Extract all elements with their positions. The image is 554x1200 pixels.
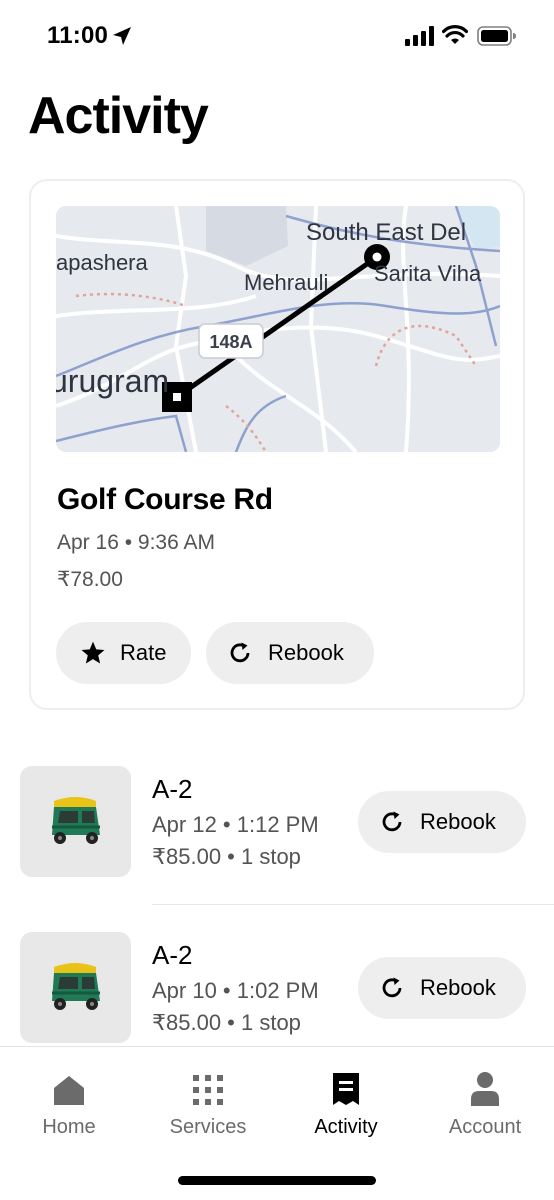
map-label: urugram [56, 363, 169, 399]
rebook-button[interactable]: Rebook [206, 622, 374, 684]
map-label: Mehrauli [244, 270, 328, 295]
rebook-button-label: Rebook [420, 809, 496, 834]
receipt-icon [333, 1073, 359, 1105]
map-label: South East Del [306, 219, 466, 246]
map-route-shield: 148A [209, 332, 252, 352]
star-icon [81, 641, 105, 664]
nav-label: Activity [314, 1116, 378, 1138]
auto-rickshaw-icon [51, 962, 100, 1010]
list-item[interactable]: A-2 Apr 10 • 1:02 PM ₹85.00 • 1 stop Reb… [0, 932, 554, 1052]
nav-item-activity[interactable]: Activity [286, 1067, 406, 1139]
list-divider [152, 904, 554, 905]
grid-icon [193, 1075, 223, 1105]
nav-item-account[interactable]: Account [425, 1067, 545, 1139]
wifi-icon [442, 25, 468, 44]
trip-datetime: Apr 10 • 1:02 PM [152, 978, 319, 1003]
trip-route-map[interactable]: South East Del apashera Mehrauli Sarita … [56, 206, 500, 452]
trip-price: ₹78.00 [57, 568, 123, 591]
trip-datetime: Apr 12 • 1:12 PM [152, 812, 319, 837]
list-item[interactable]: A-2 Apr 12 • 1:12 PM ₹85.00 • 1 stop Reb… [0, 766, 554, 886]
trip-name: A-2 [152, 940, 193, 970]
person-icon [471, 1072, 499, 1106]
rebook-button-label: Rebook [268, 640, 344, 665]
rate-button[interactable]: Rate [56, 622, 191, 684]
home-icon [54, 1076, 84, 1105]
trip-price-stops: ₹85.00 • 1 stop [152, 844, 301, 869]
nav-label: Services [169, 1116, 247, 1138]
rebook-button-label: Rebook [420, 975, 496, 1000]
trip-name: A-2 [152, 774, 193, 804]
map-label: apashera [56, 250, 149, 275]
featured-trip-card[interactable]: South East Del apashera Mehrauli Sarita … [29, 179, 525, 710]
rate-button-label: Rate [120, 640, 167, 665]
home-indicator [178, 1176, 376, 1185]
trip-price-stops: ₹85.00 • 1 stop [152, 1010, 301, 1035]
rebook-button[interactable]: Rebook [358, 957, 526, 1019]
nav-item-home[interactable]: Home [9, 1067, 129, 1139]
status-time: 11:00 [47, 22, 109, 49]
map-label: Sarita Viha [374, 261, 482, 286]
rebook-button[interactable]: Rebook [358, 791, 526, 853]
nav-label: Account [448, 1116, 522, 1138]
page-title: Activity [28, 87, 209, 145]
trip-thumbnail [20, 766, 131, 877]
location-arrow-icon [113, 27, 131, 45]
cellular-signal-icon [405, 26, 434, 46]
nav-item-services[interactable]: Services [148, 1067, 268, 1139]
status-bar: 11:00 [0, 0, 554, 74]
trip-destination: Golf Course Rd [57, 483, 273, 516]
rebook-icon [230, 642, 250, 663]
nav-label: Home [42, 1116, 96, 1138]
trip-datetime: Apr 16 • 9:36 AM [57, 531, 215, 554]
auto-rickshaw-icon [51, 796, 100, 844]
rebook-icon [382, 977, 402, 998]
trip-thumbnail [20, 932, 131, 1043]
battery-icon [477, 26, 516, 46]
rebook-icon [382, 811, 402, 832]
